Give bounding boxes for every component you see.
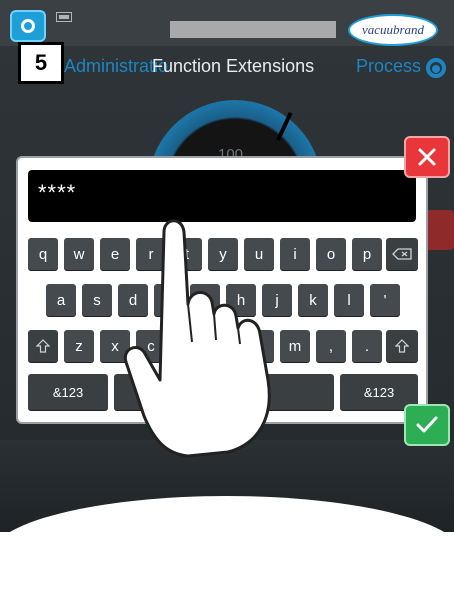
key-z[interactable]: z: [64, 330, 94, 362]
key-apostrophe[interactable]: ': [370, 284, 400, 316]
confirm-button[interactable]: [404, 404, 450, 446]
shift-key-left[interactable]: [28, 330, 58, 362]
signal-icon: [424, 56, 450, 78]
mode-key-left[interactable]: &123: [28, 374, 108, 410]
status-placeholder-bar: [170, 21, 336, 38]
shift-key-right[interactable]: [386, 330, 418, 362]
key-a[interactable]: a: [46, 284, 76, 316]
key-comma[interactable]: ,: [316, 330, 346, 362]
key-k[interactable]: k: [298, 284, 328, 316]
shift-icon: [36, 339, 50, 353]
home-button[interactable]: [10, 10, 46, 42]
step-badge: 5: [18, 42, 64, 84]
close-button[interactable]: [404, 136, 450, 178]
status-bar: vacuubrand: [0, 0, 454, 46]
backspace-icon: [392, 248, 412, 260]
tab-function-extensions[interactable]: Function Extensions: [152, 56, 314, 77]
key-o[interactable]: o: [316, 238, 346, 270]
key-p[interactable]: p: [352, 238, 382, 270]
home-icon: [21, 19, 35, 33]
shift-icon: [395, 339, 409, 353]
key-s[interactable]: s: [82, 284, 112, 316]
key-l[interactable]: l: [334, 284, 364, 316]
backspace-key[interactable]: [386, 238, 418, 270]
close-icon: [418, 148, 436, 166]
key-period[interactable]: .: [352, 330, 382, 362]
bottom-white-curve: [0, 496, 454, 616]
tab-process[interactable]: Process: [356, 56, 421, 77]
checkmark-icon: [416, 416, 438, 433]
key-w[interactable]: w: [64, 238, 94, 270]
key-q[interactable]: q: [28, 238, 58, 270]
brand-logo: vacuubrand: [348, 14, 438, 46]
pointing-hand-icon: [123, 219, 271, 458]
battery-icon: [56, 12, 72, 22]
